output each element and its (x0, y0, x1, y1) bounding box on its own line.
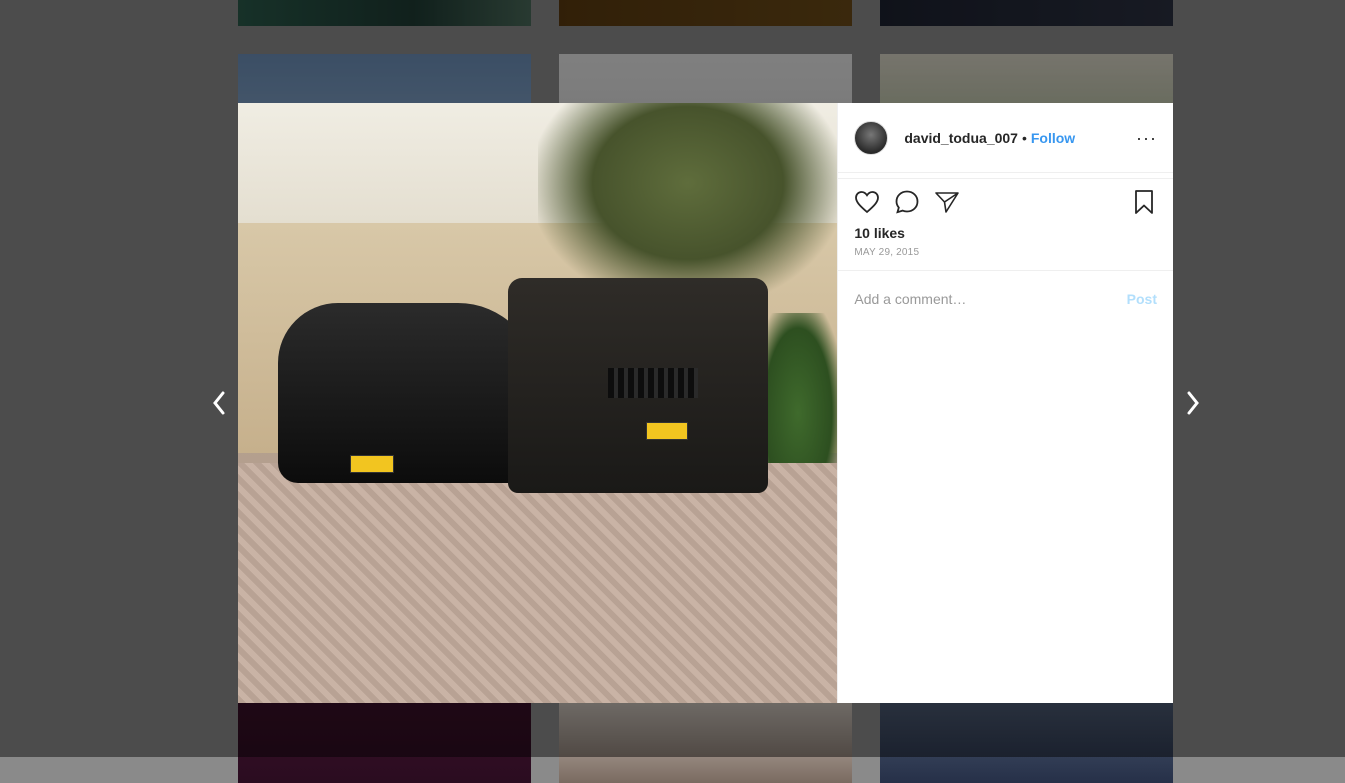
action-bar (838, 179, 1173, 225)
comment-button[interactable] (894, 189, 920, 215)
avatar[interactable] (854, 120, 889, 155)
post-date[interactable]: MAY 29, 2015 (838, 241, 1173, 271)
save-button[interactable] (1131, 189, 1157, 215)
separator-dot: • (1021, 129, 1027, 146)
share-icon (935, 192, 960, 213)
post-comment-button[interactable]: Post (1127, 291, 1157, 307)
photo-pavement (238, 463, 838, 703)
photo-suv-plate (646, 422, 688, 440)
photo-suv-grille (608, 368, 698, 398)
post-photo[interactable] (238, 103, 838, 703)
chevron-left-icon (213, 391, 225, 415)
follow-button[interactable]: Follow (1031, 130, 1075, 146)
photo-black-sedan (278, 303, 538, 483)
photo-tree (538, 103, 838, 303)
photo-sedan-plate (350, 455, 394, 473)
comment-form: Post (838, 271, 1173, 327)
comment-icon (895, 190, 919, 214)
post-header: david_todua_007 • Follow ··· (838, 103, 1173, 173)
post-sidebar: david_todua_007 • Follow ··· 10 likes MA… (837, 103, 1173, 703)
chevron-right-icon (1187, 391, 1199, 415)
likes-count[interactable]: 10 likes (838, 225, 1173, 241)
previous-post-button[interactable] (204, 385, 234, 421)
next-post-button[interactable] (1178, 385, 1208, 421)
heart-icon (855, 191, 880, 214)
more-options-button[interactable]: ··· (1136, 129, 1157, 147)
bookmark-icon (1135, 190, 1153, 214)
share-button[interactable] (934, 189, 960, 215)
comment-input[interactable] (854, 291, 1127, 307)
username-link[interactable]: david_todua_007 (904, 130, 1018, 146)
like-button[interactable] (854, 189, 880, 215)
post-modal: david_todua_007 • Follow ··· 10 likes MA… (238, 103, 1173, 703)
